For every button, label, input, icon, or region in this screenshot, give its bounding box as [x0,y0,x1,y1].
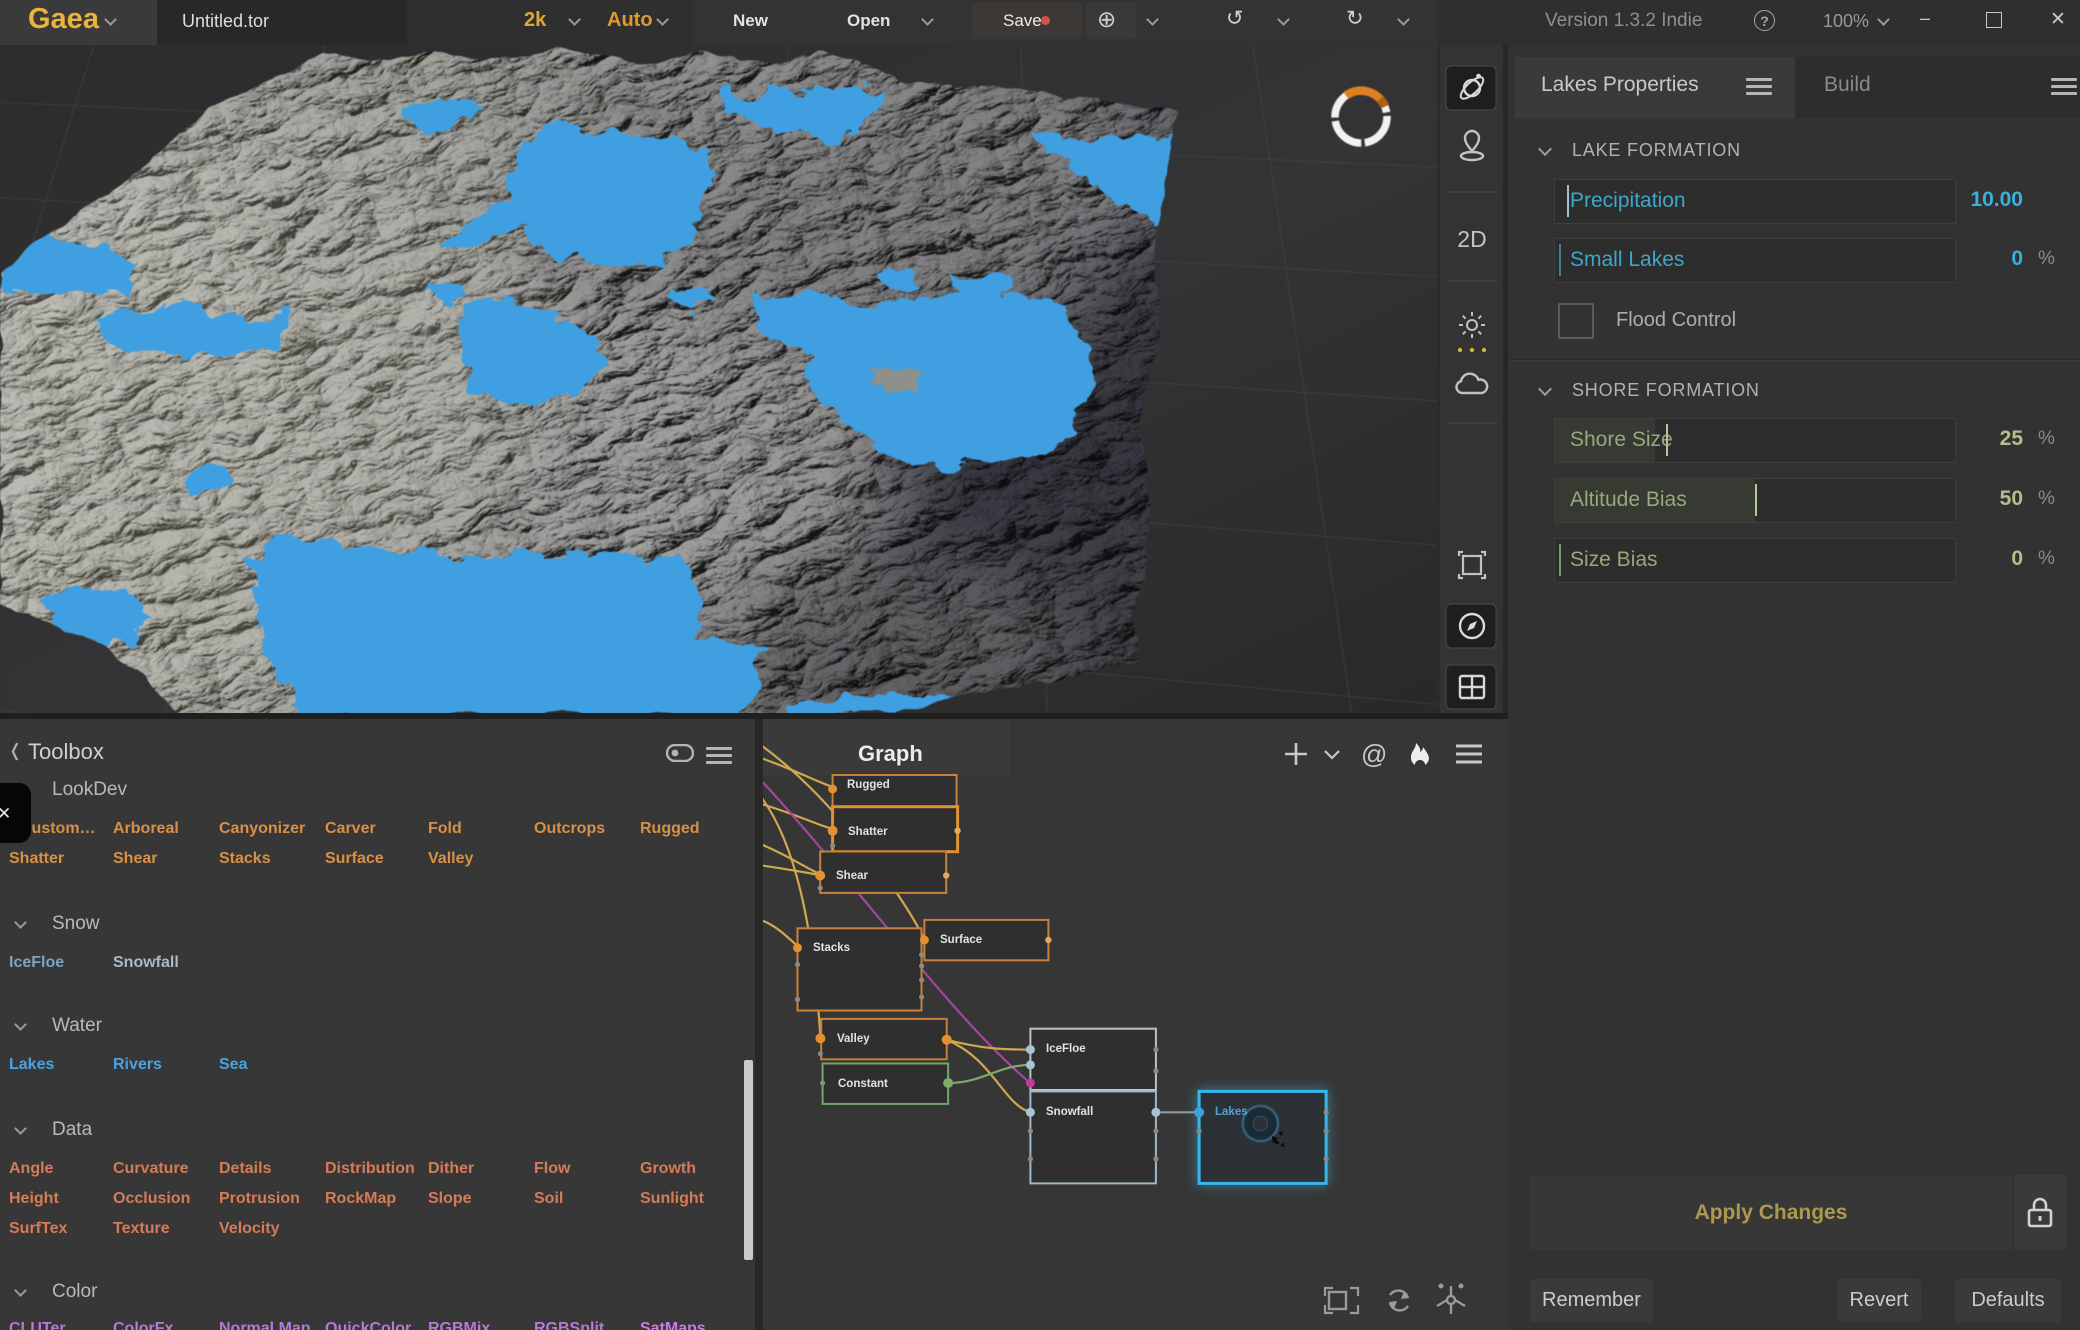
svg-text:Rugged: Rugged [847,779,890,791]
svg-text:2D: 2D [1457,226,1486,252]
svg-text:Shear: Shear [836,870,868,882]
svg-text:IceFloe: IceFloe [1046,1043,1086,1055]
svg-text:Valley: Valley [837,1033,870,1045]
svg-text:Constant: Constant [838,1078,888,1090]
svg-text:Graph: Graph [858,741,923,766]
svg-text:Snowfall: Snowfall [1046,1106,1093,1118]
svg-text:Lakes: Lakes [1215,1106,1248,1118]
svg-text:Stacks: Stacks [813,942,850,954]
svg-text:@: @ [1361,739,1387,769]
svg-text:Surface: Surface [940,934,982,946]
svg-text:Shatter: Shatter [848,826,888,838]
